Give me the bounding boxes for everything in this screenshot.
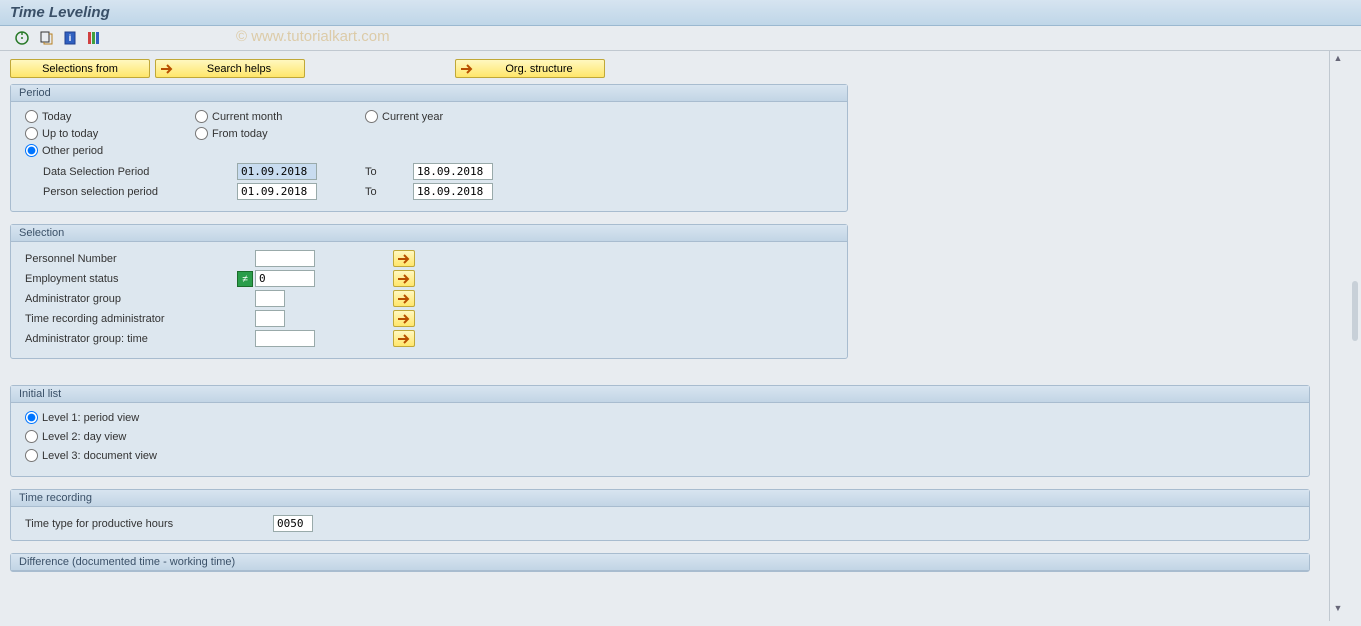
person-selection-to-input[interactable] xyxy=(413,183,493,200)
admin-group-multi-button[interactable] xyxy=(393,290,415,307)
personnel-number-multi-button[interactable] xyxy=(393,250,415,267)
admin-group-time-label: Administrator group: time xyxy=(25,333,237,345)
person-selection-from-input[interactable] xyxy=(237,183,317,200)
admin-group-label: Administrator group xyxy=(25,293,237,305)
watermark: © www.tutorialkart.com xyxy=(236,28,390,45)
time-rec-admin-input[interactable] xyxy=(255,310,285,327)
selection-legend: Selection xyxy=(11,225,847,242)
scroll-up-icon[interactable]: ▲ xyxy=(1330,53,1346,69)
time-rec-admin-label: Time recording administrator xyxy=(25,313,237,325)
to-label-1: To xyxy=(365,166,413,178)
page-title: Time Leveling xyxy=(10,4,1351,21)
employment-status-label: Employment status xyxy=(25,273,237,285)
time-recording-group: Time recording Time type for productive … xyxy=(10,489,1310,541)
difference-group: Difference (documented time - working ti… xyxy=(10,553,1310,572)
org-structure-label: Org. structure xyxy=(478,63,600,75)
selections-from-button[interactable]: Selections from xyxy=(10,59,150,78)
radio-level3[interactable]: Level 3: document view xyxy=(25,449,1295,462)
radio-from-today[interactable]: From today xyxy=(195,127,365,140)
org-structure-button[interactable]: Org. structure xyxy=(455,59,605,78)
admin-group-input[interactable] xyxy=(255,290,285,307)
execute-icon[interactable] xyxy=(14,30,30,46)
personnel-number-label: Personnel Number xyxy=(25,253,237,265)
selections-from-label: Selections from xyxy=(42,63,118,75)
not-equal-icon[interactable]: ≠ xyxy=(237,271,253,287)
admin-group-time-multi-button[interactable] xyxy=(393,330,415,347)
svg-text:i: i xyxy=(69,33,72,43)
time-recording-legend: Time recording xyxy=(11,490,1309,507)
bars-icon[interactable] xyxy=(86,30,102,46)
data-selection-to-input[interactable] xyxy=(413,163,493,180)
data-selection-from-input[interactable] xyxy=(237,163,317,180)
employment-status-multi-button[interactable] xyxy=(393,270,415,287)
initial-list-legend: Initial list xyxy=(11,386,1309,403)
period-legend: Period xyxy=(11,85,847,102)
radio-current-month[interactable]: Current month xyxy=(195,110,365,123)
scroll-down-icon[interactable]: ▼ xyxy=(1330,603,1346,619)
variant-icon[interactable] xyxy=(38,30,54,46)
person-selection-label: Person selection period xyxy=(25,186,237,198)
radio-other-period[interactable]: Other period xyxy=(25,144,195,157)
admin-group-time-input[interactable] xyxy=(255,330,315,347)
period-group: Period Today Current month Current year … xyxy=(10,84,848,212)
personnel-number-input[interactable] xyxy=(255,250,315,267)
scroll-thumb[interactable] xyxy=(1352,281,1358,341)
to-label-2: To xyxy=(365,186,413,198)
info-icon[interactable]: i xyxy=(62,30,78,46)
radio-level2[interactable]: Level 2: day view xyxy=(25,430,1295,443)
time-type-input[interactable] xyxy=(273,515,313,532)
employment-status-input[interactable] xyxy=(255,270,315,287)
arrow-right-icon xyxy=(160,63,174,75)
radio-up-to-today[interactable]: Up to today xyxy=(25,127,195,140)
time-rec-admin-multi-button[interactable] xyxy=(393,310,415,327)
data-selection-label: Data Selection Period xyxy=(25,166,237,178)
difference-legend: Difference (documented time - working ti… xyxy=(11,554,1309,571)
radio-today[interactable]: Today xyxy=(25,110,195,123)
initial-list-group: Initial list Level 1: period view Level … xyxy=(10,385,1310,477)
arrow-right-icon xyxy=(460,63,474,75)
scrollbar[interactable]: ▲ ▼ xyxy=(1329,51,1361,621)
time-type-label: Time type for productive hours xyxy=(25,518,273,530)
search-helps-label: Search helps xyxy=(178,63,300,75)
radio-level1[interactable]: Level 1: period view xyxy=(25,411,1295,424)
search-helps-button[interactable]: Search helps xyxy=(155,59,305,78)
selection-group: Selection Personnel Number Employment st… xyxy=(10,224,848,359)
radio-current-year[interactable]: Current year xyxy=(365,110,535,123)
